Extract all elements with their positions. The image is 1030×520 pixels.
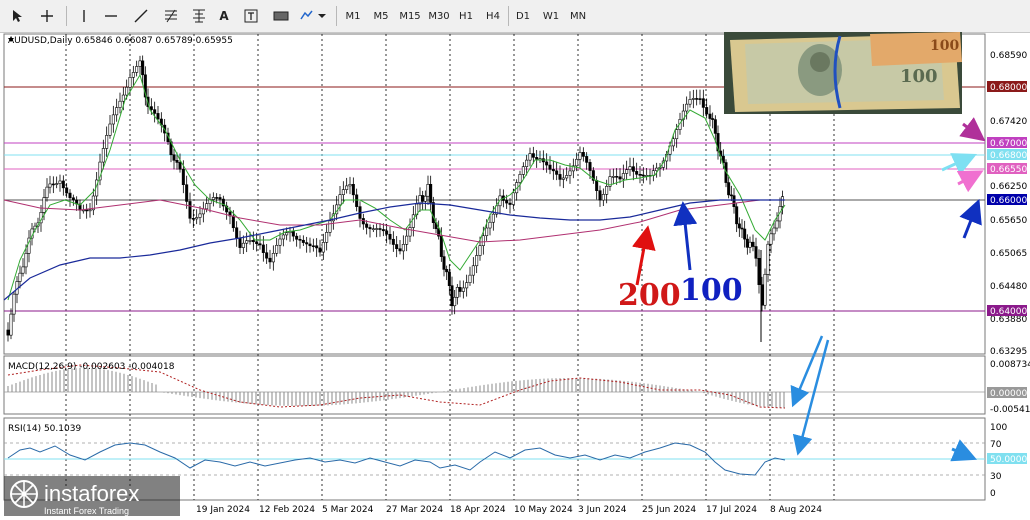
svg-text:27 Mar 2024: 27 Mar 2024 [386, 505, 443, 515]
crosshair-icon[interactable] [36, 6, 58, 26]
svg-text:0.008734: 0.008734 [990, 360, 1030, 370]
tf-h1[interactable]: H1 [455, 6, 477, 26]
svg-text:0.65650: 0.65650 [990, 216, 1027, 226]
svg-text:instaforex: instaforex [44, 481, 139, 506]
toolbar: A M1 M5 M15 M30 H1 H4 D1 W1 MN [0, 0, 1030, 33]
svg-text:0.66550: 0.66550 [990, 165, 1027, 175]
svg-text:0.65065: 0.65065 [990, 249, 1027, 259]
svg-text:25 Jun 2024: 25 Jun 2024 [642, 505, 696, 515]
ma200-label: 200 [618, 278, 681, 313]
shapes-icon[interactable] [298, 6, 328, 26]
trend-line-icon[interactable] [130, 6, 152, 26]
tf-m30[interactable]: M30 [426, 6, 452, 26]
tf-h4[interactable]: H4 [482, 6, 504, 26]
rectangle-icon[interactable] [270, 6, 292, 26]
macd-scale: 0.008734 0.00000 -0.00541 [987, 360, 1030, 415]
svg-text:0.68000: 0.68000 [990, 83, 1027, 93]
ma100-label: 100 [680, 273, 743, 308]
svg-text:Instant Forex Trading: Instant Forex Trading [44, 506, 129, 516]
svg-text:0: 0 [990, 489, 996, 499]
svg-text:0.66800: 0.66800 [990, 151, 1027, 161]
instaforex-logo-icon [10, 480, 38, 508]
svg-text:0.64480: 0.64480 [990, 282, 1027, 292]
svg-text:0.66250: 0.66250 [990, 182, 1027, 192]
svg-text:100: 100 [900, 66, 938, 87]
svg-text:3 Jun 2024: 3 Jun 2024 [578, 505, 627, 515]
rsi-label: RSI(14) 50.1039 [8, 424, 81, 434]
svg-text:8 Aug 2024: 8 Aug 2024 [770, 505, 822, 515]
rsi-scale: 100 70 30 0 50.0000 [987, 423, 1027, 499]
instaforex-watermark: instaforex Instant Forex Trading [4, 476, 180, 516]
svg-text:0.67000: 0.67000 [990, 139, 1027, 149]
macd-label: MACD(12,26,9) -0.002603 -0.004018 [8, 362, 175, 372]
svg-text:30: 30 [990, 472, 1002, 482]
chart-area[interactable]: 200 100 AUDUSD,Daily 0.65846 0.66087 0.6… [0, 32, 1030, 520]
tf-m1[interactable]: M1 [342, 6, 364, 26]
svg-text:-0.00541: -0.00541 [990, 405, 1030, 415]
svg-text:0.68590: 0.68590 [990, 51, 1027, 61]
svg-text:0.67420: 0.67420 [990, 117, 1027, 127]
tf-w1[interactable]: W1 [540, 6, 562, 26]
chart-header: AUDUSD,Daily 0.65846 0.66087 0.65789 0.6… [8, 36, 233, 46]
date-axis: 19 Jan 2024 12 Feb 2024 5 Mar 2024 27 Ma… [196, 505, 822, 515]
text-label-icon[interactable] [240, 6, 262, 26]
horizontal-line-icon[interactable] [100, 6, 122, 26]
tf-m5[interactable]: M5 [370, 6, 392, 26]
svg-text:5 Mar 2024: 5 Mar 2024 [322, 505, 374, 515]
fibonacci-icon[interactable] [160, 6, 182, 26]
svg-text:10 May 2024: 10 May 2024 [514, 505, 573, 515]
tf-d1[interactable]: D1 [512, 6, 534, 26]
svg-text:0.64000: 0.64000 [990, 307, 1027, 317]
svg-text:0.63295: 0.63295 [990, 347, 1027, 357]
banknote-image: 100 100 [724, 32, 962, 114]
tf-mn[interactable]: MN [566, 6, 590, 26]
svg-text:17 Jul 2024: 17 Jul 2024 [706, 505, 757, 515]
svg-text:18 Apr 2024: 18 Apr 2024 [450, 505, 506, 515]
svg-text:100: 100 [930, 38, 959, 54]
svg-text:19 Jan 2024: 19 Jan 2024 [196, 505, 250, 515]
svg-text:12 Feb 2024: 12 Feb 2024 [259, 505, 315, 515]
text-tool-icon[interactable]: A [214, 6, 234, 26]
cursor-icon[interactable] [6, 6, 28, 26]
svg-text:50.0000: 50.0000 [990, 455, 1027, 465]
vertical-line-icon[interactable] [74, 6, 94, 26]
svg-text:0.00000: 0.00000 [990, 389, 1027, 399]
svg-text:100: 100 [990, 423, 1007, 433]
svg-text:0.66000: 0.66000 [990, 196, 1027, 206]
svg-text:70: 70 [990, 440, 1002, 450]
channel-icon[interactable] [188, 6, 210, 26]
tf-m15[interactable]: M15 [397, 6, 423, 26]
